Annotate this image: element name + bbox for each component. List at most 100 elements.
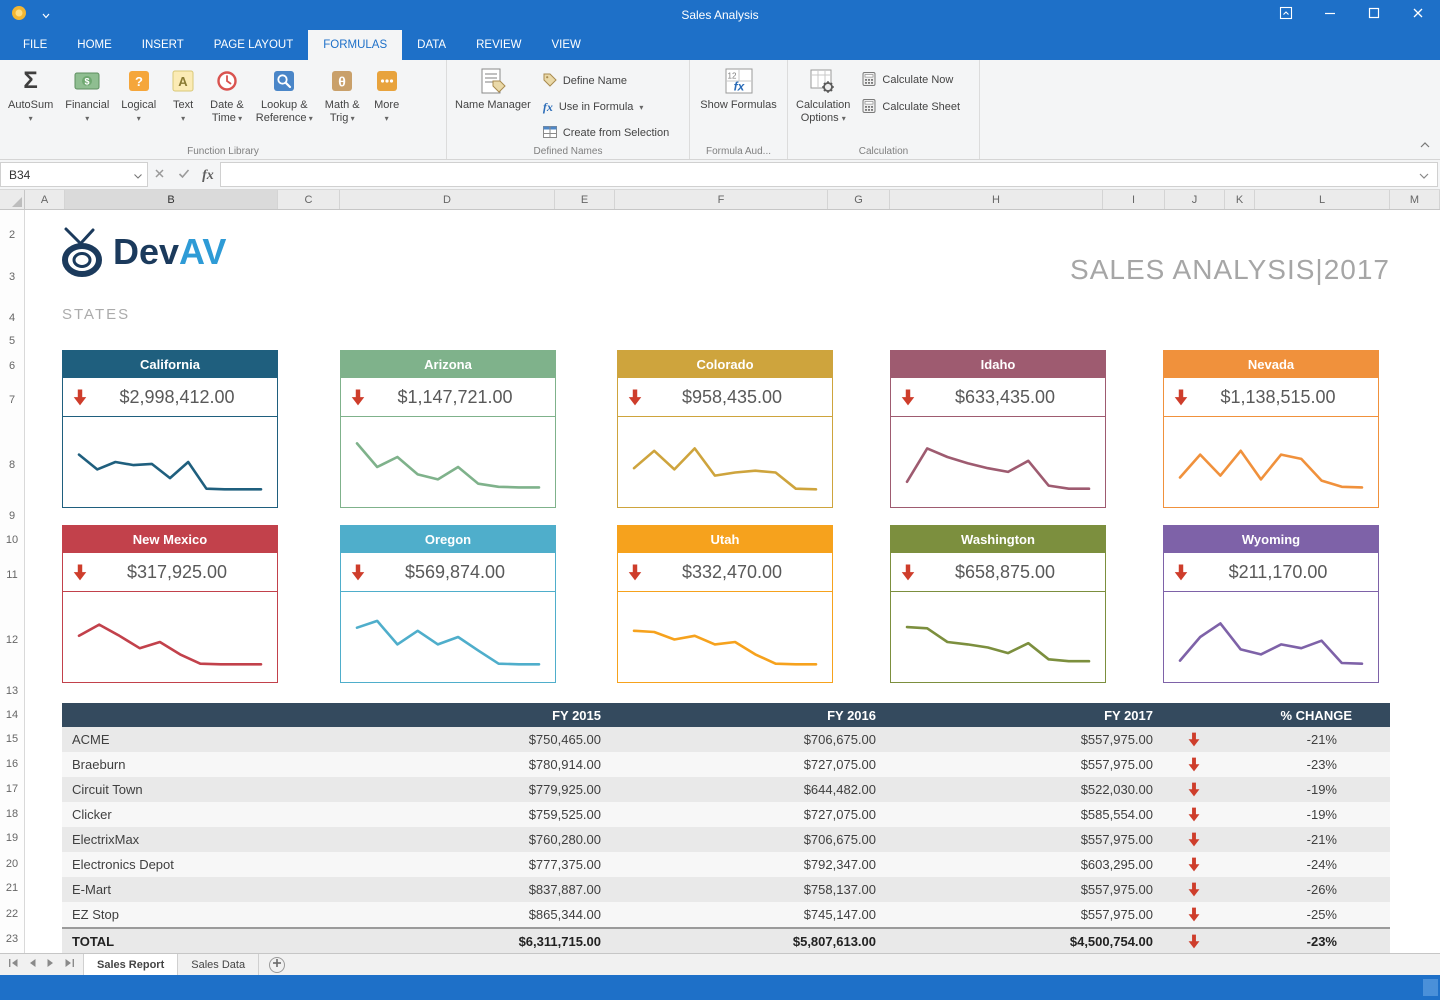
state-card-colorado[interactable]: Colorado$958,435.00	[617, 350, 833, 508]
table-cell[interactable]: ACME	[62, 732, 342, 747]
ribbon-tab-view[interactable]: VIEW	[536, 30, 595, 60]
row-header-9[interactable]: 9	[0, 508, 24, 524]
table-cell[interactable]: -19%	[1155, 807, 1390, 822]
column-header-i[interactable]: I	[1103, 190, 1165, 209]
state-card-california[interactable]: California$2,998,412.00	[62, 350, 278, 508]
text-button[interactable]: AText▾	[162, 62, 204, 125]
table-cell[interactable]: $4,500,754.00	[878, 934, 1155, 949]
next-sheet-button[interactable]	[46, 958, 55, 971]
table-cell[interactable]: $758,137.00	[603, 882, 878, 897]
row-header-10[interactable]: 10	[0, 532, 24, 548]
row-header-15[interactable]: 15	[0, 731, 24, 747]
quick-access-dropdown-icon[interactable]	[42, 6, 50, 24]
row-header-8[interactable]: 8	[0, 457, 24, 473]
table-cell[interactable]: Electronics Depot	[62, 857, 342, 872]
more-functions-button[interactable]: More▾	[366, 62, 408, 125]
app-icon[interactable]	[10, 4, 28, 27]
ribbon-tab-file[interactable]: FILE	[8, 30, 62, 60]
table-cell[interactable]: $585,554.00	[878, 807, 1155, 822]
table-cell[interactable]: $603,295.00	[878, 857, 1155, 872]
row-header-11[interactable]: 11	[0, 567, 24, 583]
column-header-c[interactable]: C	[278, 190, 340, 209]
table-cell[interactable]: -25%	[1155, 907, 1390, 922]
ribbon-display-options-button[interactable]	[1264, 0, 1308, 30]
table-cell[interactable]: Braeburn	[62, 757, 342, 772]
calculation-options-button[interactable]: Calculation Options ▾	[790, 62, 856, 125]
ribbon-tab-data[interactable]: DATA	[402, 30, 461, 60]
table-cell[interactable]: $557,975.00	[878, 732, 1155, 747]
table-cell[interactable]: $557,975.00	[878, 882, 1155, 897]
table-cell[interactable]: -19%	[1155, 782, 1390, 797]
state-card-utah[interactable]: Utah$332,470.00	[617, 525, 833, 683]
table-cell[interactable]: $745,147.00	[603, 907, 878, 922]
math-trig-button[interactable]: θMath &Trig ▾	[319, 62, 366, 125]
date-time-button[interactable]: Date &Time ▾	[204, 62, 250, 125]
table-cell[interactable]: $5,807,613.00	[603, 934, 878, 949]
table-cell[interactable]: $557,975.00	[878, 757, 1155, 772]
row-header-19[interactable]: 19	[0, 830, 24, 846]
row-header-22[interactable]: 22	[0, 906, 24, 922]
collapse-ribbon-button[interactable]	[1420, 135, 1430, 153]
row-header-18[interactable]: 18	[0, 806, 24, 822]
table-cell[interactable]: EZ Stop	[62, 907, 342, 922]
column-header-e[interactable]: E	[555, 190, 615, 209]
ribbon-tab-review[interactable]: REVIEW	[461, 30, 536, 60]
table-cell[interactable]: $706,675.00	[603, 732, 878, 747]
state-card-arizona[interactable]: Arizona$1,147,721.00	[340, 350, 556, 508]
enter-button[interactable]	[178, 166, 190, 184]
table-cell[interactable]: $644,482.00	[603, 782, 878, 797]
row-header-7[interactable]: 7	[0, 392, 24, 408]
state-card-oregon[interactable]: Oregon$569,874.00	[340, 525, 556, 683]
table-cell[interactable]: $760,280.00	[342, 832, 603, 847]
table-cell[interactable]: $837,887.00	[342, 882, 603, 897]
state-card-washington[interactable]: Washington$658,875.00	[890, 525, 1106, 683]
table-cell[interactable]: TOTAL	[62, 934, 342, 949]
table-cell[interactable]: $780,914.00	[342, 757, 603, 772]
row-header-4[interactable]: 4	[0, 310, 24, 326]
autosum-button[interactable]: ΣAutoSum▾	[2, 62, 59, 125]
state-card-wyoming[interactable]: Wyoming$211,170.00	[1163, 525, 1379, 683]
table-cell[interactable]: Circuit Town	[62, 782, 342, 797]
previous-sheet-button[interactable]	[28, 958, 37, 971]
row-header-2[interactable]: 2	[0, 227, 24, 243]
row-header-16[interactable]: 16	[0, 756, 24, 772]
table-cell[interactable]: $6,311,715.00	[342, 934, 603, 949]
ribbon-tab-page-layout[interactable]: PAGE LAYOUT	[199, 30, 308, 60]
column-header-d[interactable]: D	[340, 190, 555, 209]
row-header-14[interactable]: 14	[0, 707, 24, 723]
sheet-tab-sales-report[interactable]: Sales Report	[83, 954, 178, 975]
column-header-j[interactable]: J	[1165, 190, 1225, 209]
row-header-21[interactable]: 21	[0, 880, 24, 896]
devav-logo[interactable]: DevAV	[57, 224, 226, 280]
column-header-f[interactable]: F	[615, 190, 828, 209]
column-header-l[interactable]: L	[1255, 190, 1390, 209]
table-cell[interactable]: -21%	[1155, 732, 1390, 747]
table-cell[interactable]: Clicker	[62, 807, 342, 822]
state-card-nevada[interactable]: Nevada$1,138,515.00	[1163, 350, 1379, 508]
table-cell[interactable]: $779,925.00	[342, 782, 603, 797]
state-card-idaho[interactable]: Idaho$633,435.00	[890, 350, 1106, 508]
state-card-new-mexico[interactable]: New Mexico$317,925.00	[62, 525, 278, 683]
use-in-formula-button[interactable]: fxUse in Formula▾	[537, 94, 675, 120]
row-header-20[interactable]: 20	[0, 856, 24, 872]
row-header-23[interactable]: 23	[0, 931, 24, 947]
table-cell[interactable]: $727,075.00	[603, 757, 878, 772]
column-header-b[interactable]: B	[65, 190, 278, 209]
table-cell[interactable]: $777,375.00	[342, 857, 603, 872]
table-cell[interactable]: -23%	[1155, 757, 1390, 772]
calculate-now-button[interactable]: Calculate Now	[856, 71, 966, 89]
row-header-3[interactable]: 3	[0, 269, 24, 285]
table-cell[interactable]: -21%	[1155, 832, 1390, 847]
column-header-a[interactable]: A	[25, 190, 65, 209]
table-cell[interactable]: E-Mart	[62, 882, 342, 897]
insert-function-button[interactable]: fx	[202, 166, 214, 184]
row-header-12[interactable]: 12	[0, 632, 24, 648]
table-cell[interactable]: $759,525.00	[342, 807, 603, 822]
row-header-5[interactable]: 5	[0, 333, 24, 349]
row-header-17[interactable]: 17	[0, 781, 24, 797]
select-all-corner[interactable]	[0, 190, 25, 210]
column-header-h[interactable]: H	[890, 190, 1103, 209]
financial-button[interactable]: $Financial▾	[59, 62, 115, 125]
table-cell[interactable]: $522,030.00	[878, 782, 1155, 797]
ribbon-tab-insert[interactable]: INSERT	[127, 30, 199, 60]
